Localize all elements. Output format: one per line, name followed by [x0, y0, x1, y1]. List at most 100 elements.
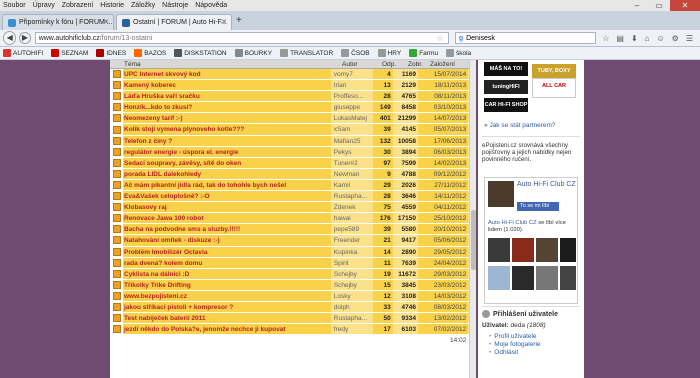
- topic-title[interactable]: Kolik stojí vymena plynoveho kotle???: [123, 124, 331, 135]
- topic-author[interactable]: Newman: [330, 168, 374, 179]
- topic-title[interactable]: Bacha na podvodne sms a sluzby.!!!!!: [123, 224, 331, 235]
- topic-title[interactable]: Honzík...kdo to zkusí?: [123, 102, 331, 113]
- bookmark-item[interactable]: IDNES: [96, 49, 126, 57]
- topic-author[interactable]: giuseppe: [330, 102, 374, 113]
- fan-avatar[interactable]: [560, 266, 576, 290]
- table-row[interactable]: www.bezpojisteni.cz Losky 12 3108 14/03/2012…: [110, 290, 476, 311]
- bookmark-item[interactable]: škola: [445, 49, 471, 57]
- table-row[interactable]: Cyklista na dálnici :D Schejby 19 11672 29/0…: [110, 268, 476, 289]
- bookmark-item[interactable]: AUTOHIFI: [3, 49, 43, 57]
- link-logout[interactable]: Odhlásit: [489, 349, 582, 357]
- menu-item-historie[interactable]: Historie: [100, 2, 124, 9]
- new-tab-button[interactable]: +: [236, 14, 242, 30]
- table-row[interactable]: Sedací soupravy, závěsy, sítě do oken Tun…: [110, 157, 476, 178]
- table-row[interactable]: Tříkolky Trike Drifting Schejby 15 3845 23/0…: [110, 279, 476, 300]
- topic-author[interactable]: pepe589: [330, 224, 374, 235]
- fan-avatar[interactable]: [560, 238, 576, 262]
- table-row[interactable]: porada LIDL dalekohledy Newman 9 4788 09/12/…: [110, 168, 476, 189]
- forward-button[interactable]: ▶: [19, 32, 31, 44]
- topic-author[interactable]: hawai: [330, 213, 374, 224]
- table-row[interactable]: rada dvená? kolem domu Spirit 11 7639 24/04/…: [110, 257, 476, 278]
- home-icon[interactable]: ⌂: [645, 34, 650, 43]
- topic-title[interactable]: Neomezeny tarif :-): [123, 113, 331, 124]
- fan-avatar[interactable]: [512, 238, 534, 262]
- topic-author[interactable]: Tuner#2: [330, 157, 374, 168]
- topic-author[interactable]: Zdenek: [330, 202, 374, 213]
- topic-title[interactable]: jakou stříkací pistoli + kompresor ?: [123, 301, 331, 313]
- topic-author[interactable]: Rustapha...: [330, 313, 374, 324]
- page-scrollbar[interactable]: [469, 60, 476, 378]
- close-tab-icon[interactable]: ✕: [221, 18, 227, 26]
- search-input[interactable]: g Denisesk: [454, 32, 597, 44]
- table-row[interactable]: Natahování omítek - diskuze :-) Freender 2…: [110, 235, 476, 255]
- topic-title[interactable]: porada LIDL dalekohledy: [123, 168, 331, 179]
- topic-title[interactable]: Eva&Vašek celoplošně? :-O: [123, 191, 331, 202]
- table-row[interactable]: Láďa Hruška vaří sračku Proffeso... 28 4765…: [110, 91, 476, 111]
- topic-author[interactable]: Kupinka: [330, 246, 374, 257]
- topic-title[interactable]: jezdí někdo do Polska?e, jenomže nechce …: [123, 324, 331, 335]
- topic-author[interactable]: Schejby: [330, 279, 374, 290]
- fb-page-name[interactable]: Auto Hi-Fi Club CZ: [517, 181, 577, 189]
- club-logo[interactable]: [488, 181, 514, 207]
- table-row[interactable]: Test nabíječek baterií 2011 Rustapha... 50…: [110, 313, 476, 333]
- menu-item-napoveda[interactable]: Nápověda: [195, 2, 227, 9]
- bookmark-star-icon[interactable]: ☆: [437, 34, 444, 43]
- topic-author[interactable]: trian: [330, 80, 374, 91]
- table-row[interactable]: Honzík...kdo to zkusí? giuseppe 149 8458 03/…: [110, 102, 476, 122]
- bookmark-item[interactable]: DISKSTATION: [174, 49, 227, 57]
- table-row[interactable]: UPC Internet skvový kod vomy7 4 1169 15/07/2…: [110, 69, 476, 89]
- tab-pripominky[interactable]: Připomínky k fóru | FORUM ... ✕: [2, 14, 114, 30]
- topic-title[interactable]: Tříkolky Trike Drifting: [123, 279, 331, 290]
- settings-icon[interactable]: ⚙: [672, 34, 679, 43]
- topic-author[interactable]: Rustapha...: [330, 191, 374, 202]
- topic-author[interactable]: Schejby: [330, 268, 374, 279]
- table-row[interactable]: Neomezeny tarif :-) LukasMatej 401 21299 14/…: [110, 113, 476, 133]
- fan-avatar[interactable]: [512, 266, 534, 290]
- table-row[interactable]: Problém Imobilizér Octavia Kupinka 14 2890 2…: [110, 246, 476, 267]
- fan-avatar[interactable]: [536, 266, 558, 290]
- bookmark-item[interactable]: ČSOB: [341, 49, 370, 57]
- topic-title[interactable]: Telefon z činy ?: [123, 135, 331, 146]
- topic-title[interactable]: Cyklista na dálnici :D: [123, 268, 331, 279]
- scrollbar-thumb[interactable]: [471, 210, 476, 270]
- topic-author[interactable]: xSam: [330, 124, 374, 135]
- fan-avatar[interactable]: [488, 266, 510, 290]
- topic-author[interactable]: Pekys: [330, 146, 374, 157]
- header-created[interactable]: Založení: [430, 61, 455, 68]
- table-row[interactable]: Kolik stojí vymena plynoveho kotle??? xSa…: [110, 124, 476, 144]
- menu-item-zalozky[interactable]: Záložky: [131, 2, 155, 9]
- header-views[interactable]: Zobr.: [408, 61, 423, 68]
- topic-author[interactable]: Losky: [330, 290, 374, 301]
- menu-item-soubor[interactable]: Soubor: [3, 2, 26, 9]
- table-row[interactable]: Bacha na podvodne sms a sluzby.!!!!! pepe…: [110, 224, 476, 244]
- ad-banner[interactable]: ALL CAR: [532, 78, 576, 98]
- fb-page-link[interactable]: Auto Hi-Fi Club CZ: [488, 220, 537, 226]
- topic-author[interactable]: LukasMatej: [330, 113, 374, 124]
- topic-title[interactable]: Ač mám pikantní jídla rád, tak do tohohl…: [123, 179, 331, 191]
- bookmark-item[interactable]: Farmu: [409, 49, 438, 57]
- header-topic[interactable]: Téma: [124, 61, 141, 68]
- table-row[interactable]: Klobasovy rajZdenek75455904/11/2012 13:2…: [110, 202, 476, 222]
- topic-title[interactable]: Kamený koberec: [123, 80, 331, 91]
- partner-link[interactable]: » Jak se stát partnerem?: [484, 122, 556, 129]
- menu-icon[interactable]: ☰: [686, 34, 693, 43]
- topic-title[interactable]: Klobasovy raj: [123, 202, 331, 213]
- table-row[interactable]: jakou stříkací pistoli + kompresor ? dolp…: [110, 301, 476, 322]
- account-icon[interactable]: ☺: [656, 34, 664, 43]
- link-gallery[interactable]: Moje fotogalerie: [489, 341, 582, 349]
- topic-title[interactable]: UPC Internet skvový kod: [123, 69, 331, 80]
- topic-author[interactable]: Proffeso...: [330, 91, 374, 102]
- menu-item-nastroje[interactable]: Nástroje: [162, 2, 188, 9]
- address-bar[interactable]: www.autohificlub.cz/forum/13-ostatni ☆: [34, 32, 449, 44]
- tab-ostatni[interactable]: Ostatní | FORUM | Auto Hi-F... ✕: [116, 14, 232, 30]
- topic-title[interactable]: Sedací soupravy, závěsy, sítě do oken: [123, 157, 331, 168]
- topic-title[interactable]: Renovace Jawa 100 robot: [123, 213, 331, 224]
- topic-title[interactable]: Problém Imobilizér Octavia: [123, 246, 331, 257]
- bookmark-item[interactable]: BOURKY: [234, 49, 272, 57]
- header-replies[interactable]: Odp.: [382, 61, 396, 68]
- topic-author[interactable]: vomy7: [330, 69, 374, 80]
- back-button[interactable]: ◀: [3, 31, 17, 45]
- table-row[interactable]: Ač mám pikantní jídla rád, tak do tohohl…: [110, 179, 476, 200]
- bookmark-item[interactable]: HRY: [377, 49, 401, 57]
- table-row[interactable]: Renovace Jawa 100 robot hawai 176 17150 25/1…: [110, 213, 476, 233]
